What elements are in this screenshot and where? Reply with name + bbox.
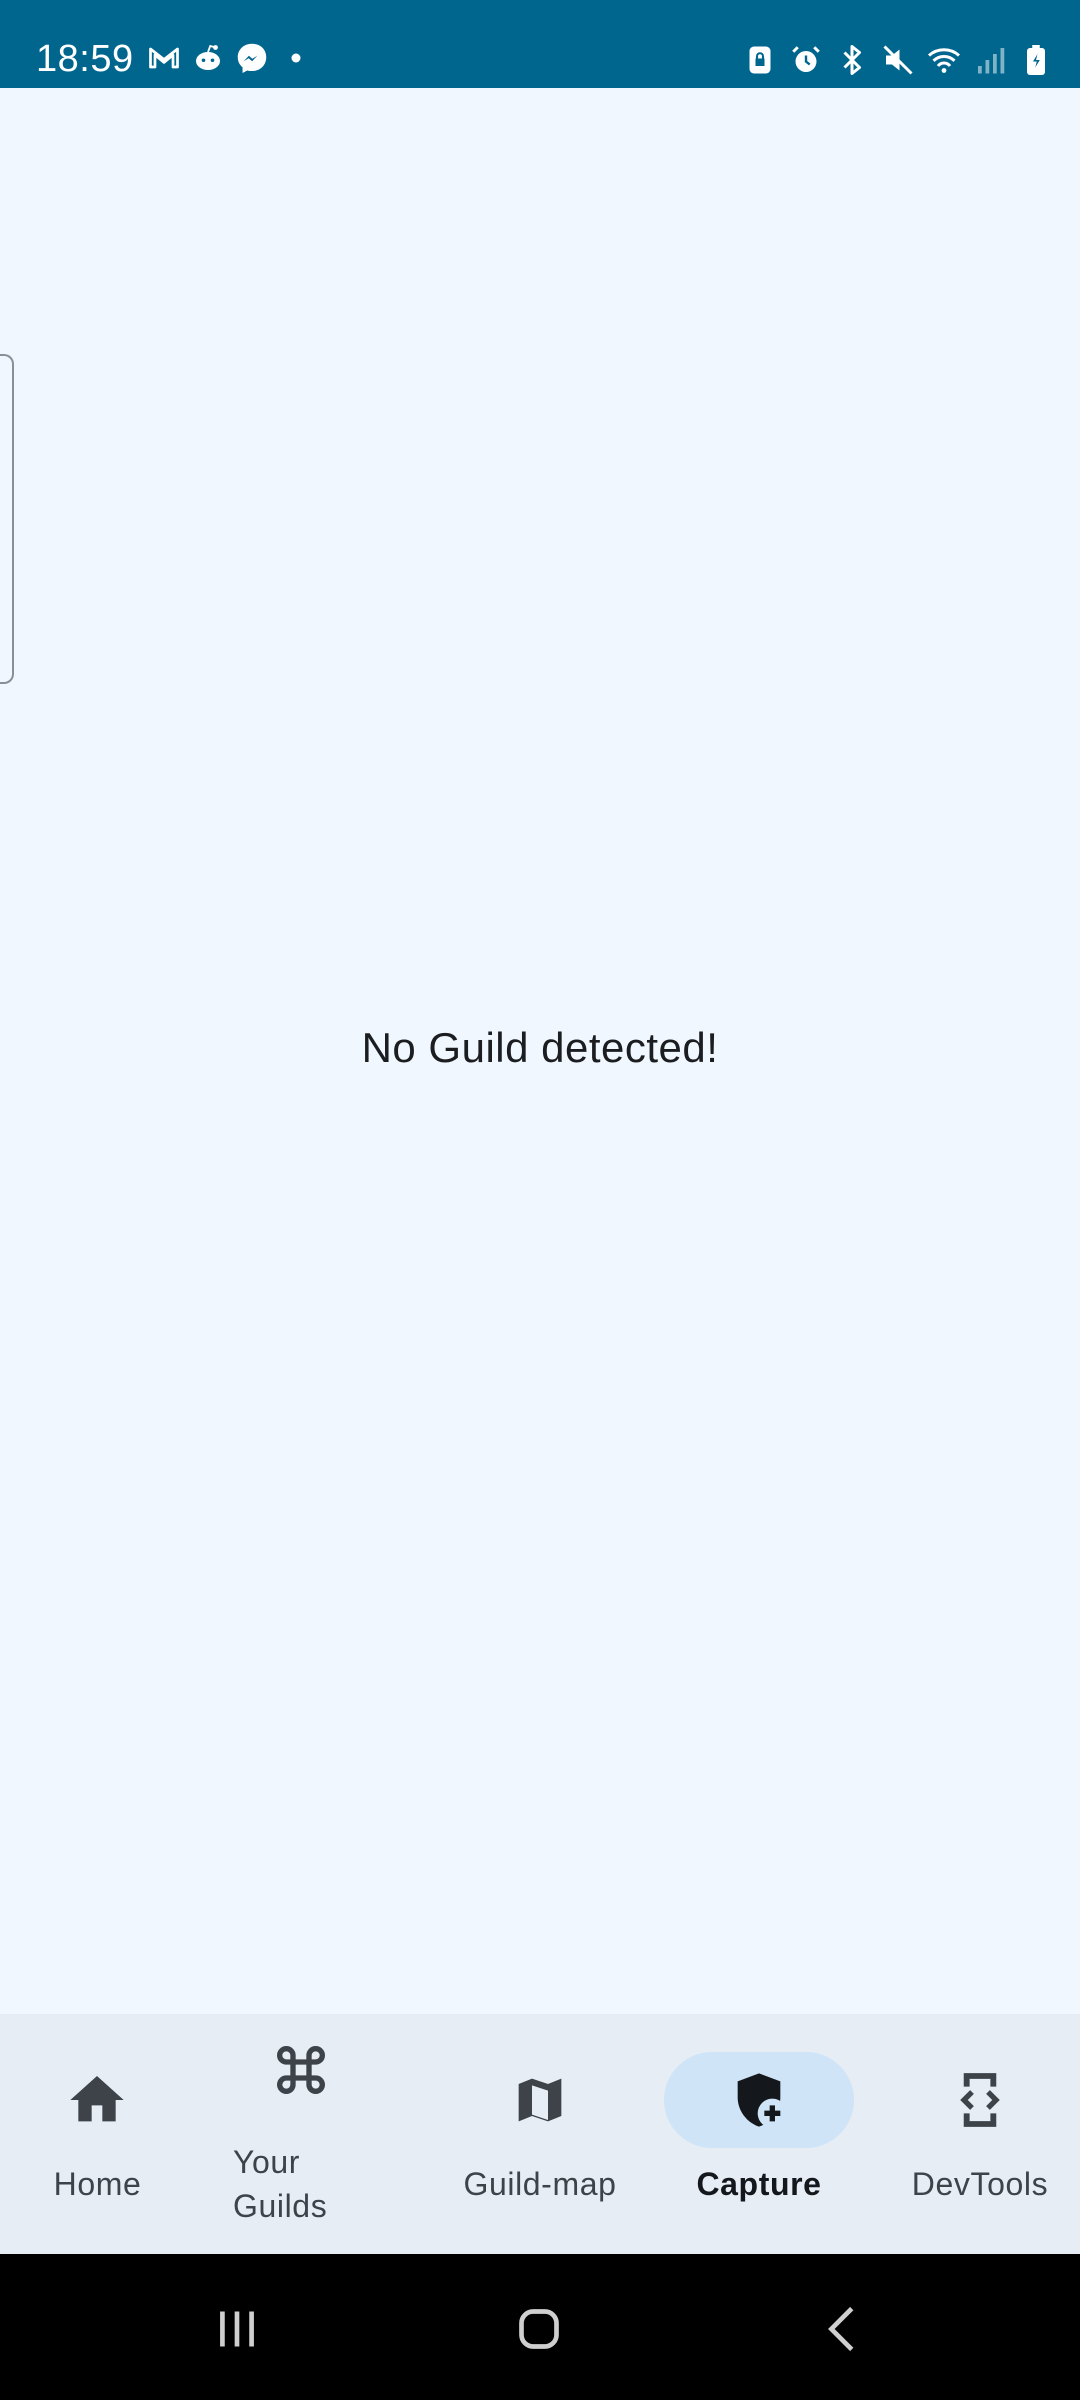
bluetooth-icon xyxy=(834,42,870,78)
command-icon xyxy=(206,2022,396,2118)
home-icon xyxy=(2,2052,192,2148)
nav-label-your-guilds: Your Guilds xyxy=(233,2144,328,2224)
signal-icon xyxy=(972,42,1008,78)
nav-item-home[interactable]: Home xyxy=(0,2014,195,2254)
nav-label-capture: Capture xyxy=(696,2166,822,2202)
shield-add-icon xyxy=(664,2052,854,2148)
empty-state-message: No Guild detected! xyxy=(361,1024,719,1071)
home-button-icon[interactable] xyxy=(504,2294,574,2364)
alarm-icon xyxy=(788,42,824,78)
nav-label-devtools: DevTools xyxy=(911,2166,1049,2202)
side-panel-handle[interactable] xyxy=(0,354,14,684)
recents-icon[interactable] xyxy=(202,2294,272,2364)
main-content: No Guild detected! xyxy=(0,88,1080,2014)
map-icon xyxy=(445,2052,635,2148)
gmail-icon xyxy=(146,40,182,76)
mute-icon xyxy=(880,42,916,78)
nav-item-your-guilds[interactable]: Your Guilds xyxy=(216,2014,416,2254)
lock-rotation-icon xyxy=(742,42,778,78)
wifi-icon xyxy=(926,42,962,78)
reddit-icon xyxy=(190,40,226,76)
system-navigation-bar xyxy=(0,2254,1080,2400)
notification-icons xyxy=(146,40,314,76)
nav-label-home: Home xyxy=(53,2166,142,2202)
bottom-navigation: Home Your Guilds Guild-map Capture DevTo… xyxy=(0,2014,1080,2254)
back-icon[interactable] xyxy=(808,2294,878,2364)
status-time: 18:59 xyxy=(36,38,134,80)
devtools-icon xyxy=(885,2052,1075,2148)
nav-item-capture[interactable]: Capture xyxy=(664,2014,854,2254)
nav-item-devtools[interactable]: DevTools xyxy=(880,2014,1080,2254)
nav-label-guild-map: Guild-map xyxy=(463,2166,617,2202)
nav-item-guild-map[interactable]: Guild-map xyxy=(440,2014,640,2254)
status-bar: 18:59 xyxy=(0,0,1080,88)
dot-icon xyxy=(278,40,314,76)
system-status-icons xyxy=(742,42,1054,78)
battery-icon xyxy=(1018,42,1054,78)
messenger-icon xyxy=(234,40,270,76)
